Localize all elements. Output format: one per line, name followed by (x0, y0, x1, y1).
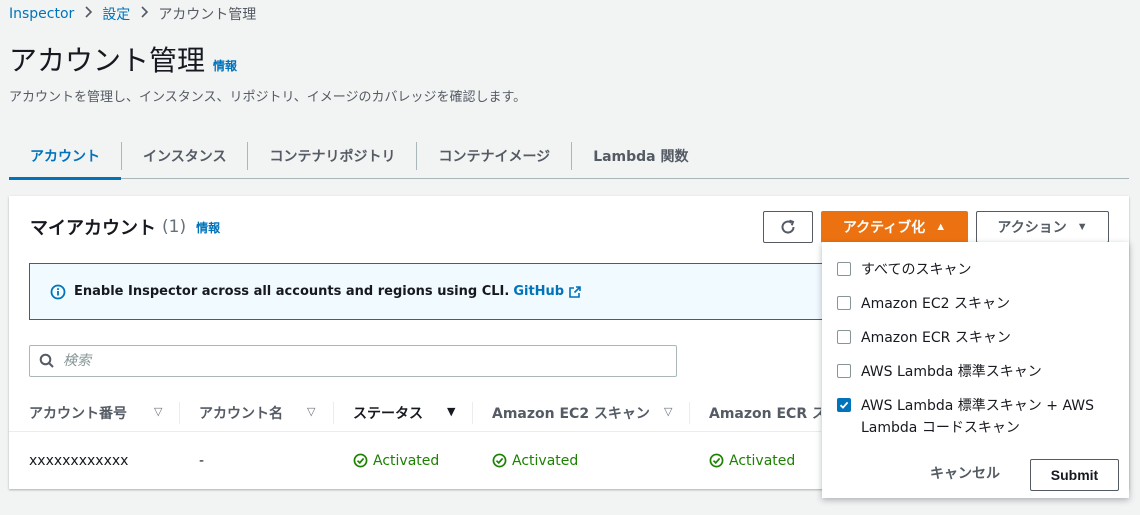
page-description: アカウントを管理し、インスタンス、リポジトリ、イメージのカバレッジを確認します。 (9, 90, 527, 105)
column-divider (179, 402, 180, 424)
chevron-right-icon (83, 6, 93, 22)
scan-option-ecr[interactable]: Amazon ECR スキャン (837, 327, 1011, 349)
search-icon (39, 353, 54, 368)
scan-option-label: AWS Lambda 標準スキャン + AWS Lambda コードスキャン (861, 395, 1094, 439)
status-cell: Activated (353, 432, 439, 489)
caret-up-icon: ▲ (935, 221, 947, 233)
check-circle-icon (709, 453, 724, 468)
actions-button-label: アクション (997, 219, 1067, 235)
scan-option-label: Amazon ECR スキャン (861, 330, 1011, 346)
refresh-button[interactable] (763, 211, 813, 243)
breadcrumb-inspector-link[interactable]: Inspector (9, 6, 74, 22)
scan-option-label: Amazon EC2 スキャン (861, 296, 1011, 312)
status-text: Activated (729, 452, 796, 469)
activate-button[interactable]: アクティブ化 ▲ (821, 211, 968, 243)
checkbox[interactable] (837, 364, 851, 378)
external-link-icon (569, 285, 581, 298)
info-icon (50, 284, 66, 300)
ec2-scan-cell: Activated (492, 432, 578, 489)
breadcrumb: Inspector 設定 アカウント管理 (9, 4, 256, 24)
tab-lambda-functions[interactable]: Lambda 関数 (572, 133, 709, 179)
panel-info-link[interactable]: 情報 (196, 219, 220, 236)
panel-title: マイアカウント (30, 218, 156, 239)
column-header-ecr-scan[interactable]: Amazon ECR スキャン (709, 394, 821, 432)
checkbox[interactable] (837, 262, 851, 276)
accounts-table: アカウント番号 ▽ アカウント名 ▽ ステータス ▼ Amazon EC2 スキ… (9, 394, 821, 489)
scan-option-label: AWS Lambda 標準スキャン (861, 364, 1042, 380)
page-title: アカウント管理 (9, 44, 206, 77)
check-circle-icon (353, 453, 368, 468)
chevron-right-icon (139, 6, 149, 22)
account-name-cell: - (199, 452, 205, 469)
check-circle-icon (492, 453, 507, 468)
sort-caret-down-filled-icon[interactable]: ▼ (447, 405, 455, 418)
panel-header: マイアカウント (1) 情報 (30, 214, 220, 240)
scan-option-all[interactable]: すべてのスキャン (837, 259, 971, 281)
breadcrumb-current: アカウント管理 (158, 7, 257, 23)
actions-button[interactable]: アクション ▼ (976, 211, 1109, 243)
checkbox[interactable] (837, 330, 851, 344)
table-header: アカウント番号 ▽ アカウント名 ▽ ステータス ▼ Amazon EC2 スキ… (9, 394, 821, 432)
tab-container-repositories[interactable]: コンテナリポジトリ (248, 133, 416, 179)
sort-caret-down-icon[interactable]: ▽ (664, 405, 672, 418)
status-badge: Activated (492, 453, 578, 469)
scan-option-label-line1: AWS Lambda 標準スキャン + AWS (861, 398, 1094, 414)
sort-caret-down-icon[interactable]: ▽ (307, 405, 315, 418)
scan-option-lambda-standard-and-code[interactable]: AWS Lambda 標準スキャン + AWS Lambda コードスキャン (837, 395, 1094, 439)
column-header-status[interactable]: ステータス (353, 394, 423, 432)
account-count: (1) (162, 217, 187, 237)
column-divider (333, 402, 334, 424)
page-info-link[interactable]: 情報 (213, 57, 237, 74)
scan-option-lambda-standard[interactable]: AWS Lambda 標準スキャン (837, 361, 1042, 383)
github-link-label: GitHub (513, 284, 565, 299)
activate-button-label: アクティブ化 (842, 219, 926, 235)
tab-bar: アカウント インスタンス コンテナリポジトリ コンテナイメージ Lambda 関… (9, 133, 1129, 180)
tab-container-images[interactable]: コンテナイメージ (417, 133, 571, 179)
scan-option-label: すべてのスキャン (861, 262, 972, 278)
breadcrumb-settings-link[interactable]: 設定 (102, 4, 130, 24)
tab-instances[interactable]: インスタンス (122, 133, 247, 179)
refresh-icon (781, 219, 795, 234)
submit-button[interactable]: Submit (1030, 459, 1119, 491)
checkmark-icon (839, 401, 849, 409)
checkbox-checked[interactable] (837, 398, 851, 412)
column-divider (689, 402, 690, 424)
sort-caret-down-icon[interactable]: ▽ (154, 405, 162, 418)
github-link[interactable]: GitHub (513, 284, 582, 299)
page-header: アカウント管理 情報 (9, 42, 237, 80)
status-badge: Activated (709, 453, 795, 469)
column-divider (472, 402, 473, 424)
search-box (29, 345, 677, 377)
status-text: Activated (512, 452, 579, 469)
column-header-account-id[interactable]: アカウント番号 (29, 394, 127, 432)
account-id-cell: xxxxxxxxxxxx (29, 452, 129, 469)
column-header-ec2-scan[interactable]: Amazon EC2 スキャン (492, 394, 650, 432)
alert-text: Enable Inspector across all accounts and… (74, 284, 510, 299)
checkbox[interactable] (837, 296, 851, 310)
activate-dropdown-menu: すべてのスキャン Amazon EC2 スキャン Amazon ECR スキャン… (822, 242, 1129, 498)
cancel-button[interactable]: キャンセル (930, 463, 1000, 483)
column-header-account-name[interactable]: アカウント名 (199, 394, 283, 432)
caret-down-icon: ▼ (1076, 221, 1088, 233)
tab-accounts[interactable]: アカウント (9, 133, 121, 180)
search-input[interactable] (63, 353, 643, 369)
info-alert: Enable Inspector across all accounts and… (29, 263, 829, 320)
scan-option-ec2[interactable]: Amazon EC2 スキャン (837, 293, 1010, 315)
ecr-scan-cell: Activated (709, 432, 795, 489)
table-row[interactable]: xxxxxxxxxxxx - Activated Activated Activ… (9, 432, 821, 489)
status-text: Activated (373, 452, 440, 469)
scan-option-label-line2: Lambda コードスキャン (861, 420, 1020, 436)
status-badge: Activated (353, 453, 439, 469)
